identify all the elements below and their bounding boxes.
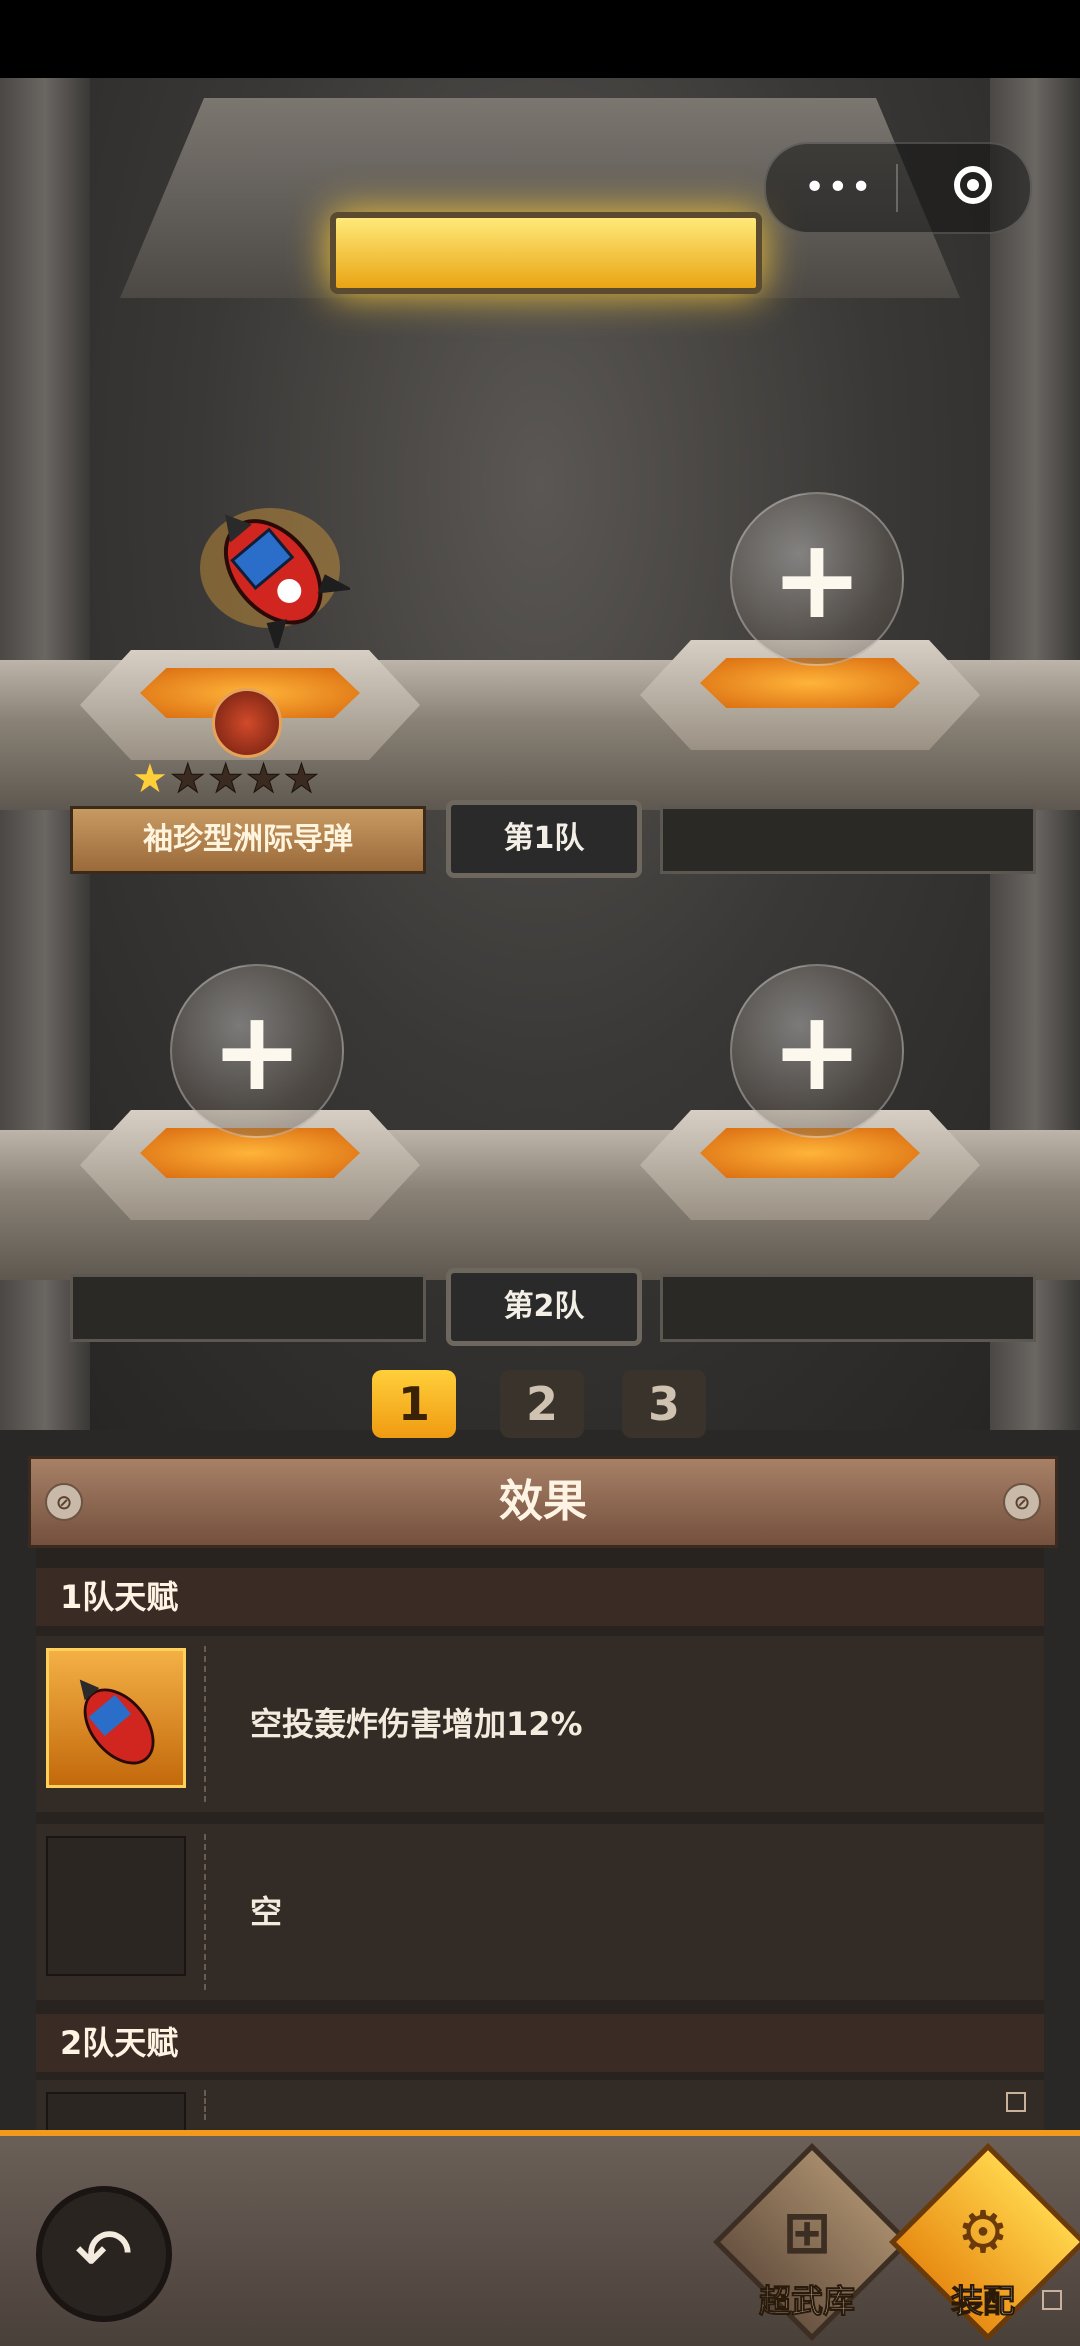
star-icon: ★ xyxy=(169,756,208,803)
talent-row: 空 xyxy=(36,1824,1044,2000)
store-label: 超武库 xyxy=(758,2282,855,2321)
equip-label: 装配 xyxy=(950,2282,1015,2321)
talent-row: 空投轰炸伤害增加12% xyxy=(36,1636,1044,1812)
star-icon: ★ xyxy=(132,756,170,802)
page-tab-1[interactable]: 1 xyxy=(372,1370,456,1438)
star-icon: ★ xyxy=(245,756,284,803)
add-slot-team2-1-button[interactable]: + xyxy=(170,964,344,1138)
row-separator xyxy=(204,2090,206,2120)
mini-program-capsule: ••• xyxy=(764,142,1032,234)
close-target-icon[interactable] xyxy=(954,166,992,204)
back-button[interactable]: ↶ xyxy=(36,2186,172,2322)
status-bar xyxy=(0,0,1080,78)
team2-talent-title: 2队天赋 xyxy=(36,2014,1044,2072)
weapon-name-label: 袖珍型洲际导弹 xyxy=(70,806,426,874)
more-icon[interactable]: ••• xyxy=(804,170,874,206)
team1-label: 第1队 xyxy=(446,800,642,878)
talent-description: 空 xyxy=(250,1893,283,1931)
talent-description: 空投轰炸伤害增加12% xyxy=(250,1705,583,1743)
store-icon: ⊞ xyxy=(782,2198,832,2266)
page-tab-2[interactable]: 2 xyxy=(500,1370,584,1438)
bolt-icon: ⊘ xyxy=(45,1483,83,1521)
team1-slot2-bar xyxy=(660,806,1036,874)
page-tab-3[interactable]: 3 xyxy=(622,1370,706,1438)
team2-label: 第2队 xyxy=(446,1268,642,1346)
capsule-divider xyxy=(896,164,898,212)
missile-icon xyxy=(79,1679,155,1765)
row-separator xyxy=(204,1834,206,1990)
bolt-icon: ⊘ xyxy=(1003,1483,1041,1521)
team1-talent-title: 1队天赋 xyxy=(36,1568,1044,1626)
talent-thumbnail-empty xyxy=(46,1836,186,1976)
talent-thumbnail xyxy=(46,1648,186,1788)
team2-slot1-bar xyxy=(70,1274,426,1342)
missile-icon[interactable] xyxy=(190,478,350,648)
talent-thumbnail-empty xyxy=(46,2092,186,2132)
star-icon: ★ xyxy=(283,756,322,803)
gear-icon: ⚙ xyxy=(957,2198,1009,2266)
add-slot-team1-2-button[interactable]: + xyxy=(730,492,904,666)
team2-slot2-bar xyxy=(660,1274,1036,1342)
effect-header: ⊘ 效果 ⊘ xyxy=(28,1456,1058,1548)
add-slot-team2-2-button[interactable]: + xyxy=(730,964,904,1138)
star-icon: ★ xyxy=(207,756,246,803)
scroll-marker-icon xyxy=(1006,2092,1026,2112)
effect-title: 效果 xyxy=(499,1476,587,1527)
weapon-type-icon xyxy=(212,688,282,758)
corner-marker-icon xyxy=(1042,2290,1062,2310)
back-arrow-icon: ↶ xyxy=(74,2213,134,2295)
talent-row xyxy=(36,2080,1044,2132)
row-separator xyxy=(204,1646,206,1802)
star-rating: ★★★★★ xyxy=(132,756,322,803)
bottom-bar: ↶ ⊞ 超武库 ⚙ 装配 xyxy=(0,2130,1080,2346)
top-light xyxy=(330,212,762,294)
